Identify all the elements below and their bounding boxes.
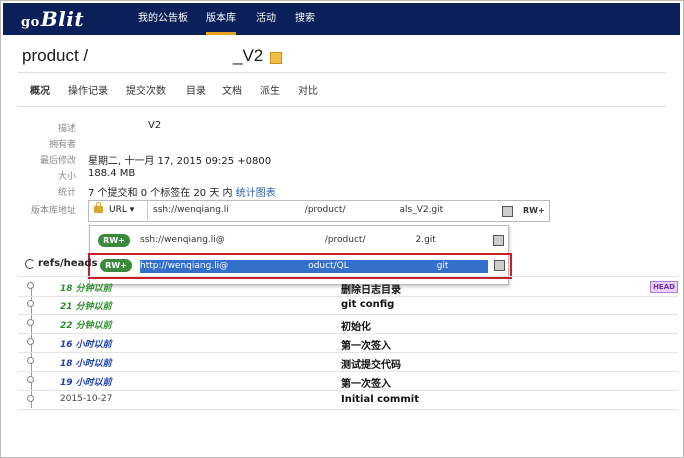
size-value: 188.4 MB [88, 168, 136, 179]
refs-heads-title[interactable]: refs/heads [38, 258, 97, 269]
label-owner: 拥有者 [48, 140, 76, 150]
commit-time: 2015-10-27 [60, 394, 113, 404]
label-stats: 统计 [57, 188, 76, 198]
nav-dashboard[interactable]: 我的公告板 [138, 3, 188, 35]
copy-icon[interactable] [502, 206, 513, 217]
stats-link[interactable]: 统计图表 [236, 188, 276, 199]
gitblit-logo[interactable]: goBlit [21, 7, 84, 31]
commit-time: 18 分钟以前 [60, 284, 112, 294]
nav-repositories[interactable]: 版本库 [206, 3, 236, 35]
repo-name-prefix: product [22, 46, 79, 65]
head-badge[interactable]: HEAD [650, 281, 678, 293]
repo-url-text[interactable]: ssh://wenqiang.li/product/als_V2.git [153, 205, 443, 215]
url-option-text[interactable]: http://wenqiang.li@ oduct/QL git [140, 260, 488, 273]
commit-dot [27, 300, 34, 307]
tab-log[interactable]: 操作记录 [68, 82, 108, 97]
last-modified-value: 星期二, 十一月 17, 2015 09:25 +0800 [88, 156, 272, 167]
label-repo-url: 版本库地址 [30, 206, 76, 216]
divider [18, 72, 666, 73]
commit-row[interactable]: 2015-10-27 Initial commit [18, 390, 678, 410]
commit-message[interactable]: 删除日志目录 [341, 281, 401, 296]
copy-icon[interactable] [494, 260, 505, 271]
commit-dot [27, 338, 34, 345]
access-level-label: RW+ [523, 206, 545, 215]
description-value: V2 [148, 120, 162, 131]
url-option[interactable]: RW+ ssh://wenqiang.li@/product/2.git [90, 229, 508, 253]
url-option-text[interactable]: ssh://wenqiang.li@/product/2.git [140, 235, 436, 245]
bookmark-icon[interactable] [270, 52, 282, 64]
lock-icon [94, 202, 103, 213]
access-badge: RW+ [98, 234, 130, 247]
copy-icon[interactable] [493, 235, 504, 246]
divider [147, 201, 148, 221]
nav-search[interactable]: 搜索 [295, 3, 315, 35]
access-badge: RW+ [100, 259, 132, 272]
top-navbar: goBlit 我的公告板 版本库 活动 搜索 [3, 3, 680, 35]
tab-summary[interactable]: 概况 [30, 82, 50, 97]
commit-message[interactable]: Initial commit [341, 394, 419, 405]
commit-message[interactable]: 初始化 [341, 318, 371, 333]
commit-message[interactable]: git config [341, 299, 394, 310]
commit-time: 16 小时以前 [60, 340, 112, 350]
commit-time: 19 小时以前 [60, 378, 112, 388]
commit-row[interactable]: 16 小时以前 第一次签入 [18, 333, 678, 353]
commit-time: 22 分钟以前 [60, 321, 112, 331]
commit-time: 18 小时以前 [60, 359, 112, 369]
commit-row[interactable]: 21 分钟以前 git config [18, 295, 678, 315]
stats-value: 7 个提交和 0 个标签在 20 天 内 统计图表 [88, 184, 276, 199]
refresh-icon[interactable] [25, 259, 35, 269]
label-description: 描述 [57, 124, 76, 134]
commit-message[interactable]: 测试提交代码 [341, 356, 401, 371]
page-title: product / [22, 46, 89, 65]
commit-dot [27, 319, 34, 326]
commit-row[interactable]: 18 分钟以前 删除日志目录 HEAD [18, 276, 678, 297]
repo-name-suffix: _V2 [233, 46, 264, 65]
commit-dot [27, 282, 34, 289]
commit-row[interactable]: 19 小时以前 第一次签入 [18, 371, 678, 391]
commit-dot [27, 357, 34, 364]
commit-row[interactable]: 22 分钟以前 初始化 [18, 314, 678, 334]
commit-row[interactable]: 18 小时以前 测试提交代码 [18, 352, 678, 372]
label-last-modified: 最后修改 [39, 156, 76, 166]
tab-docs[interactable]: 文档 [222, 82, 242, 97]
tab-forks[interactable]: 派生 [260, 82, 280, 97]
commit-dot [27, 395, 34, 402]
tab-commits[interactable]: 提交次数 [126, 82, 166, 97]
commit-message[interactable]: 第一次签入 [341, 337, 391, 352]
stats-text: 7 个提交和 0 个标签在 20 天 内 [88, 188, 233, 199]
commit-time: 21 分钟以前 [60, 302, 112, 312]
commit-message[interactable]: 第一次签入 [341, 375, 391, 390]
repo-url-bar: URL ▾ ssh://wenqiang.li/product/als_V2.g… [88, 200, 550, 222]
label-size: 大小 [57, 172, 76, 182]
tab-compare[interactable]: 对比 [298, 82, 318, 97]
protocol-dropdown[interactable]: URL ▾ [109, 205, 134, 215]
commit-dot [27, 376, 34, 383]
tab-tree[interactable]: 目录 [186, 82, 206, 97]
divider [18, 106, 666, 107]
nav-activity[interactable]: 活动 [256, 3, 276, 35]
